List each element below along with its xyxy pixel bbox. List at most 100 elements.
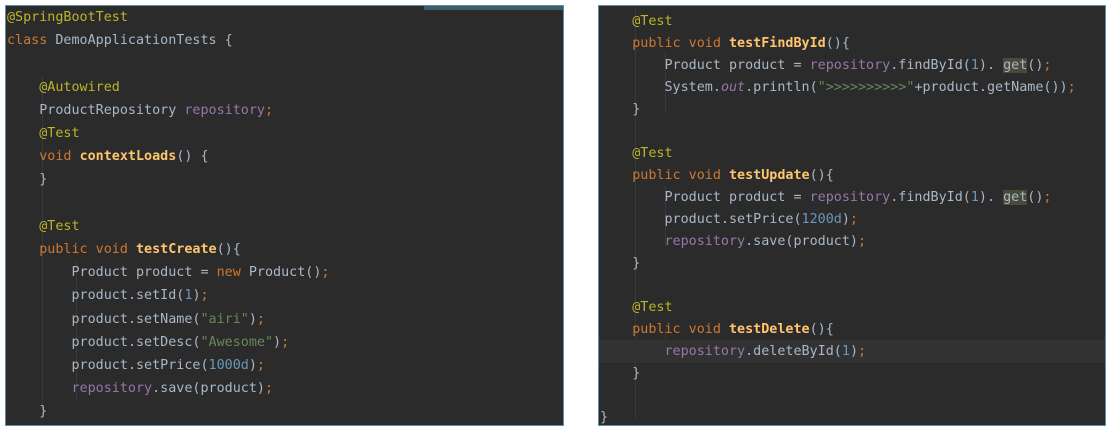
code-token: .deleteById(: [745, 344, 842, 359]
code-token: }: [7, 172, 48, 188]
code-token: (): [1027, 58, 1044, 73]
code-token: ;: [321, 265, 330, 281]
code-line: System.out.println(">>>>>>>>>>"+product.…: [599, 76, 1105, 99]
code-token: ).: [978, 190, 1004, 205]
code-token: product.setPrice(: [7, 358, 209, 373]
code-token: product.setName(: [7, 311, 201, 327]
code-token: contextLoads: [79, 149, 177, 165]
code-line: @SpringBootTest: [6, 6, 563, 29]
code-token: repository: [809, 190, 891, 205]
code-token: get: [1003, 58, 1028, 73]
code-token: @SpringBootTest: [7, 10, 128, 25]
code-token: repository: [809, 58, 891, 73]
code-token: ): [192, 288, 201, 304]
code-token: @Test: [600, 14, 673, 29]
code-line: @Autowired: [6, 76, 563, 99]
code-token: public void: [600, 168, 729, 183]
code-line: void contextLoads() {: [6, 145, 563, 168]
code-token: repository: [600, 344, 746, 359]
code-token: product.setDesc(: [7, 334, 201, 350]
code-token: Product(): [248, 265, 322, 281]
code-token: @Test: [7, 218, 80, 234]
code-token: repository: [184, 102, 265, 118]
code-token: ;: [265, 381, 274, 397]
code-token: public void: [600, 36, 729, 51]
code-line: Product product = repository.findById(1)…: [599, 186, 1105, 209]
code-line: product.setId(1);: [6, 284, 563, 307]
code-line: }: [599, 362, 1105, 385]
code-token: testFindById: [729, 36, 826, 51]
code-token: }: [600, 410, 609, 425]
code-line: public void testFindById(){: [599, 32, 1105, 55]
code-line: product.setPrice(1000d);: [6, 354, 563, 377]
code-line: public void testCreate(){: [6, 238, 563, 261]
code-line: @Test: [599, 142, 1105, 165]
code-editor-right[interactable]: @Test public void testFindById(){ Produc…: [598, 5, 1106, 426]
code-token: () {: [176, 149, 209, 165]
code-line: product.setDesc("Awesome");: [6, 331, 563, 354]
code-token: "Awesome": [200, 334, 274, 350]
code-token: @Autowired: [7, 79, 120, 95]
code-token: ): [849, 344, 858, 359]
code-token: System.: [600, 80, 721, 95]
code-line: @Test: [599, 296, 1105, 319]
code-token: .findById(: [890, 190, 971, 205]
code-token: testDelete: [729, 322, 810, 337]
code-line: class DemoApplicationTests {: [6, 29, 563, 52]
code-token: "airi": [200, 311, 249, 327]
code-token: }: [600, 366, 641, 381]
code-line: public void testDelete(){: [599, 318, 1105, 341]
code-token: ;: [1067, 80, 1076, 95]
code-line: repository.save(product);: [6, 377, 563, 400]
code-token: .findById(: [890, 58, 971, 73]
code-token: }: [600, 102, 641, 117]
code-token: (){: [809, 168, 834, 183]
code-token: ;: [858, 234, 867, 249]
code-token: (){: [809, 322, 834, 337]
code-editor-left[interactable]: @SpringBootTest class DemoApplicationTest…: [5, 5, 564, 426]
code-line: product.setPrice(1200d);: [599, 208, 1105, 231]
code-token: 1: [841, 344, 850, 359]
code-token: repository: [7, 381, 153, 397]
code-token: @Test: [7, 126, 80, 141]
code-token: }: [7, 404, 48, 420]
code-token: out: [720, 80, 746, 95]
code-token: ;: [1043, 58, 1052, 73]
code-token: void: [7, 149, 80, 165]
code-token: }: [600, 256, 641, 271]
code-token: 1: [970, 190, 979, 205]
code-line: @Test: [599, 10, 1105, 33]
code-line: repository.save(product);: [599, 230, 1105, 253]
code-token: ">>>>>>>>>>": [817, 80, 915, 95]
code-token: ;: [256, 358, 265, 373]
code-token: ).: [978, 58, 1004, 73]
code-line: }: [599, 98, 1105, 121]
code-token: product.setId(: [7, 288, 185, 304]
code-token: public void: [600, 322, 729, 337]
code-token: 1: [970, 58, 979, 73]
code-token: product.setPrice(: [600, 212, 802, 227]
code-token: 1200d: [801, 212, 842, 227]
code-token: ;: [1043, 190, 1052, 205]
code-token: class: [7, 33, 56, 49]
code-line: }: [599, 406, 1105, 425]
code-line: Product product = repository.findById(1)…: [599, 54, 1105, 77]
code-token: get: [1003, 190, 1028, 205]
code-line: @Test: [6, 122, 563, 145]
code-token: ;: [265, 102, 274, 118]
code-token: ;: [858, 344, 867, 359]
code-line: @Test: [6, 215, 563, 238]
code-token: ;: [849, 212, 858, 227]
code-token: public void: [7, 242, 136, 257]
code-token: 1000d: [208, 358, 249, 373]
code-token: ): [248, 358, 257, 373]
code-token: repository: [600, 234, 746, 249]
code-token: ProductRepository: [7, 102, 185, 118]
code-token: new: [216, 265, 249, 281]
code-line: }: [6, 400, 563, 423]
code-token: ): [248, 311, 257, 327]
